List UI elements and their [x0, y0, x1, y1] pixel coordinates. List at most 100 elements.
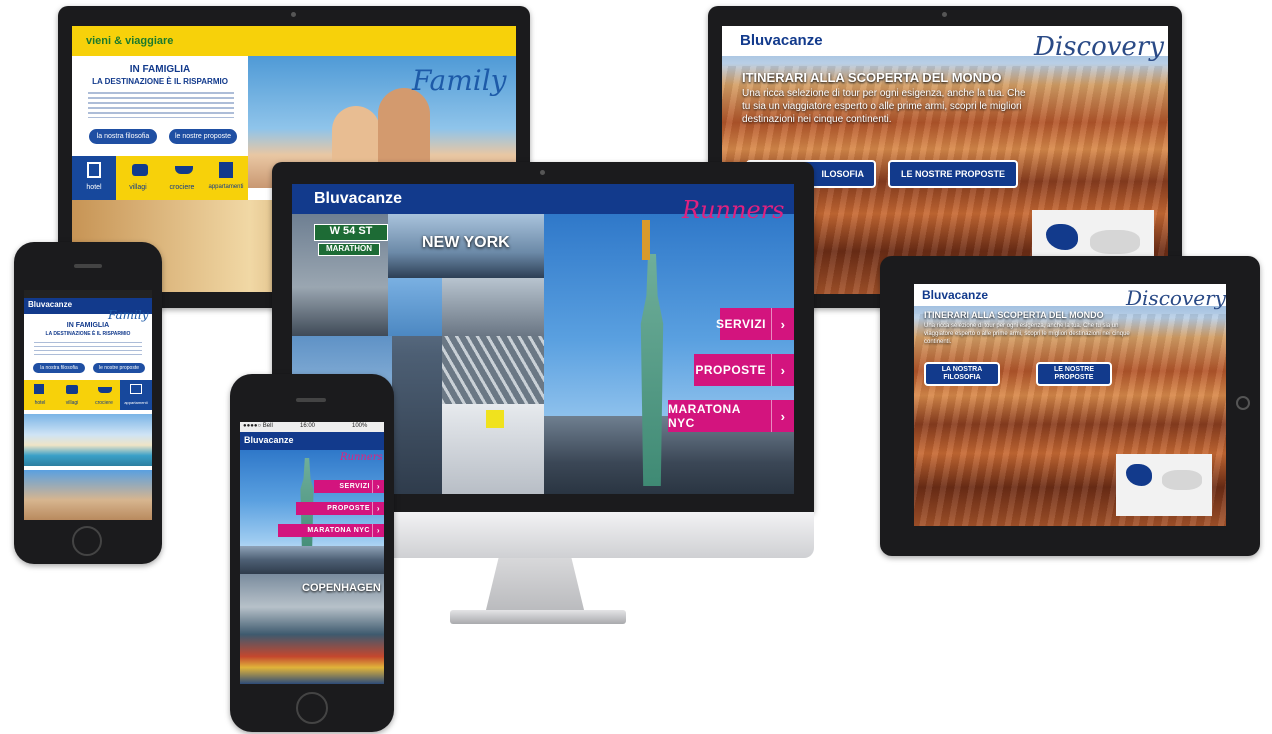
family-logo[interactable]: vieni & viaggiare: [86, 35, 173, 47]
phone-family-proposals-button[interactable]: le nostre proposte: [92, 362, 146, 374]
apartment-icon: [130, 384, 142, 394]
phone-services-button[interactable]: SERVIZI ›: [314, 480, 384, 493]
family-nav-apartment-label[interactable]: appartamenti: [204, 184, 248, 190]
tablet-proposals-label-1: LE NOSTRE: [1053, 366, 1095, 373]
phone-home-button[interactable]: [72, 526, 102, 556]
services-button[interactable]: SERVIZI ›: [716, 308, 794, 340]
phone-marathon-button[interactable]: MARATONA NYC ›: [278, 524, 384, 537]
phone-runners-script: Runners: [340, 452, 383, 463]
liberty-torch: [642, 220, 650, 260]
tablet-discovery: Bluvacanze Discovery ITINERARI ALLA SCOP…: [880, 256, 1260, 556]
phone-family-villa-photo: [24, 414, 152, 466]
tablet-script: Discovery: [1126, 286, 1226, 310]
tablet-home-button[interactable]: [1236, 396, 1250, 410]
imac-stand-base: [450, 610, 626, 624]
map-continent: [1090, 230, 1140, 254]
phone-family-body-lines: [34, 342, 142, 358]
cruise-icon: [175, 166, 193, 174]
phone-nav-hotel[interactable]: hotel: [24, 400, 56, 406]
tablet-philosophy-button[interactable]: LA NOSTRA FILOSOFIA: [924, 362, 1000, 386]
mosaic-bridge: [442, 336, 544, 404]
phone-nav-village[interactable]: villagi: [56, 400, 88, 406]
discovery-headline: ITINERARI ALLA SCOPERTA DEL MONDO: [742, 70, 1002, 85]
phone-family: Bluvacanze Family IN FAMIGLIA LA DESTINA…: [14, 242, 162, 564]
tablet-philosophy-label-1: LA NOSTRA: [941, 366, 983, 373]
tablet-body: Una ricca selezione di tour per ogni esi…: [924, 323, 1130, 345]
village-icon: [66, 385, 78, 394]
hotel-icon: [34, 384, 44, 394]
proposals-label: PROPOSTE: [695, 363, 766, 377]
tablet-screen: Bluvacanze Discovery ITINERARI ALLA SCOP…: [914, 284, 1226, 526]
hotel-icon: [87, 162, 101, 178]
world-map-icon[interactable]: [1116, 454, 1212, 516]
runner-shirt: [486, 410, 504, 428]
family-script-logo: Family: [412, 64, 507, 97]
tablet-proposals-label-2: PROPOSTE: [1054, 374, 1094, 381]
phone-home-button[interactable]: [296, 692, 328, 724]
apartment-icon: [219, 162, 233, 178]
phone-family-script: Family: [108, 308, 149, 322]
imac-stand-neck: [485, 556, 585, 614]
phone-family-brand[interactable]: Bluvacanze: [28, 300, 72, 309]
phone-proposals-button[interactable]: PROPOSTE ›: [296, 502, 384, 515]
family-body-lines: [88, 92, 234, 118]
camera-dot: [942, 12, 947, 17]
status-battery: 100%: [352, 423, 368, 429]
discovery-proposals-button[interactable]: LE NOSTRE PROPOSTE: [888, 160, 1018, 188]
mosaic-city: [442, 278, 544, 336]
phone-speaker: [74, 264, 102, 268]
family-nav-village-label[interactable]: villagi: [116, 184, 160, 191]
camera-dot: [291, 12, 296, 17]
family-nav-cruise-label[interactable]: crociere: [160, 184, 204, 191]
family-proposals-button[interactable]: le nostre proposte: [168, 128, 238, 145]
family-headline-1: IN FAMIGLIA: [129, 64, 191, 75]
proposals-button[interactable]: PROPOSTE ›: [694, 354, 794, 386]
phone-proposals-label: PROPOSTE: [327, 505, 370, 512]
chevron-right-icon: ›: [771, 354, 794, 386]
status-carrier: ●●●●○ Bell: [243, 423, 273, 429]
phone-nav-cruise[interactable]: crociere: [88, 400, 120, 406]
phone-family-photo: [24, 470, 152, 520]
family-philosophy-button[interactable]: la nostra filosofia: [88, 128, 158, 145]
runners-script: Runners: [682, 196, 785, 224]
chevron-right-icon: ›: [372, 502, 384, 515]
marathon-button[interactable]: MARATONA NYC ›: [668, 400, 794, 432]
family-nav-hotel-label: hotel: [86, 184, 102, 191]
discovery-brand[interactable]: Bluvacanze: [740, 32, 823, 49]
family-headline-2: LA DESTINAZIONE È IL RISPARMIO: [92, 77, 228, 86]
tablet-philosophy-label-2: FILOSOFIA: [943, 374, 981, 381]
cruise-icon: [98, 387, 112, 393]
tablet-headline: ITINERARI ALLA SCOPERTA DEL MONDO: [924, 310, 1104, 320]
map-highlight: [1126, 464, 1152, 486]
chevron-right-icon: ›: [372, 480, 384, 493]
chevron-right-icon: ›: [771, 308, 794, 340]
marathon-sign: MARATHON: [318, 243, 380, 256]
runners-brand[interactable]: Bluvacanze: [314, 190, 402, 208]
phone-runners-city-strip: [240, 546, 384, 574]
chevron-right-icon: ›: [372, 524, 384, 537]
phone-family-headline-2: LA DESTINAZIONE È IL RISPARMIO: [45, 331, 131, 337]
phone-runners: ●●●●○ Bell 16:00 100% Bluvacanze Runners…: [230, 374, 394, 732]
phone-family-statusbar: [24, 290, 152, 298]
new-york-label: NEW YORK: [422, 234, 510, 251]
chevron-right-icon: ›: [771, 400, 794, 432]
status-time: 16:00: [300, 423, 316, 429]
phone-services-label: SERVIZI: [339, 483, 370, 490]
phone-family-philosophy-button[interactable]: la nostra filosofia: [32, 362, 86, 374]
phone-speaker: [296, 398, 326, 402]
phone-family-screen: Bluvacanze Family IN FAMIGLIA LA DESTINA…: [24, 290, 152, 520]
phone-marathon-label: MARATONA NYC: [307, 527, 370, 534]
phone-nav-apartment: appartamenti: [124, 400, 148, 405]
discovery-body: Una ricca selezione di tour per ogni esi…: [742, 88, 1026, 125]
village-icon: [132, 164, 148, 176]
tablet-proposals-button[interactable]: LE NOSTRE PROPOSTE: [1036, 362, 1112, 386]
phone-runners-screen: ●●●●○ Bell 16:00 100% Bluvacanze Runners…: [240, 422, 384, 684]
street-sign-text: W 54 ST: [329, 225, 373, 237]
tablet-brand[interactable]: Bluvacanze: [922, 288, 988, 302]
mosaic-liberty: [388, 278, 442, 336]
camera-dot: [540, 170, 545, 175]
phone-family-headline-1: IN FAMIGLIA: [66, 322, 110, 329]
services-label: SERVIZI: [716, 317, 766, 331]
copenhagen-label: COPENHAGEN: [302, 582, 381, 594]
phone-runners-brand[interactable]: Bluvacanze: [244, 435, 294, 445]
